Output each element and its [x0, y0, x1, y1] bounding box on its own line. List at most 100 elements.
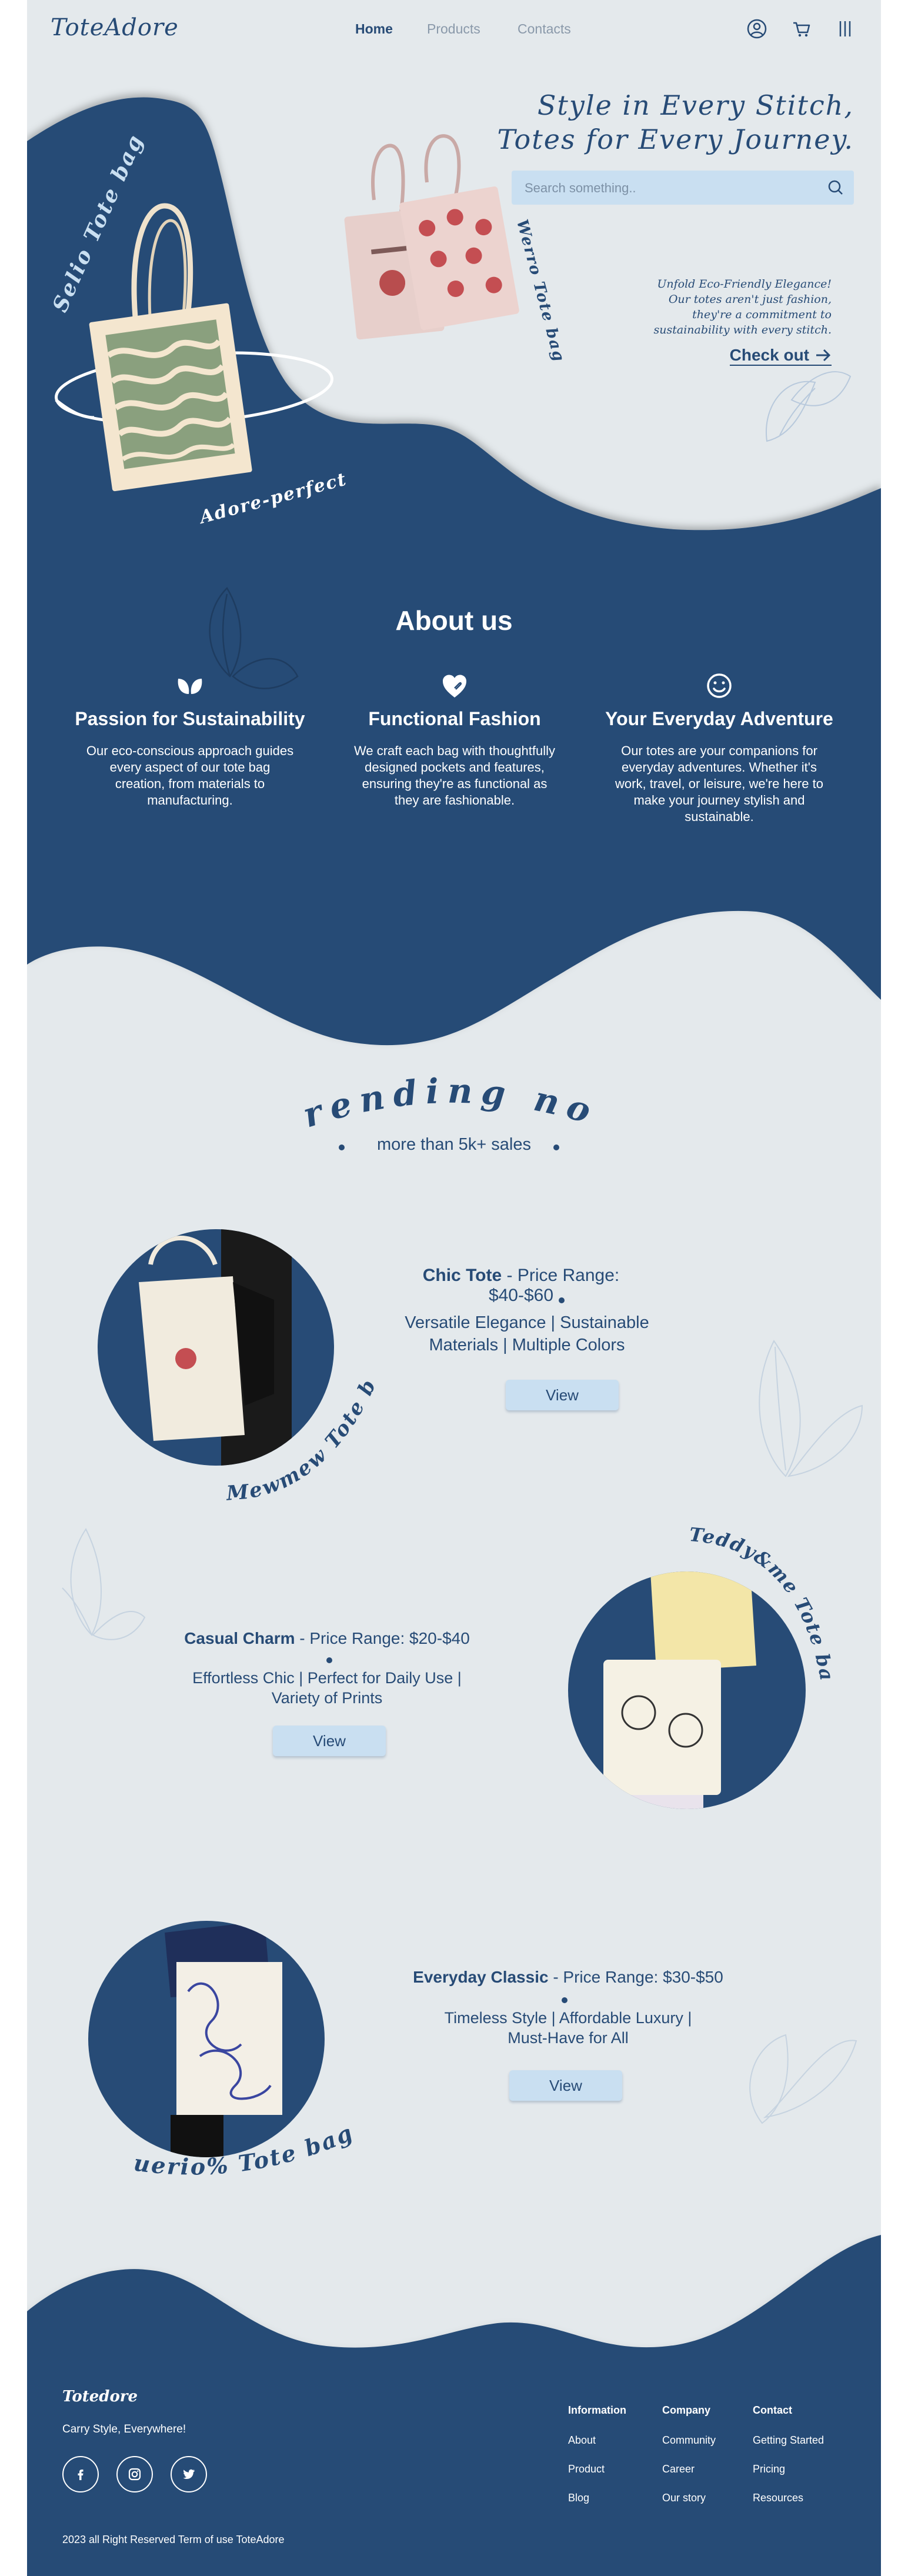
product-title-everyday: Everyday Classic - Price Range: $30-$50	[403, 1968, 733, 1987]
tagline-line4: sustainability with every stitch.	[653, 323, 832, 336]
bullet-dot	[562, 1997, 568, 2003]
bullet-dot	[326, 1657, 332, 1663]
leaf-decoration-right	[766, 371, 852, 442]
svg-text:Teddy&me Tote bag: Teddy&me Tote bag	[680, 1523, 839, 1683]
leaves-icon	[178, 679, 202, 694]
hero-title-line2: Totes for Every Journey.	[497, 124, 854, 155]
trending-title-text: Trending now	[262, 1053, 595, 1136]
footer-link-our-story[interactable]: Our story	[662, 2492, 716, 2504]
trending-title: Trending now	[262, 1053, 603, 1136]
feature-text: Our totes are your companions for everyd…	[615, 743, 823, 824]
feature-sustainability: Passion for Sustainability Our eco-consc…	[64, 670, 316, 809]
view-button-everyday[interactable]: View	[509, 2070, 622, 2101]
footer-col-contact: Contact Getting Started Pricing Resource…	[753, 2404, 824, 2521]
nav-contacts[interactable]: Contacts	[518, 21, 571, 37]
heart-hand-icon	[443, 675, 466, 698]
teddy-curve-label: Teddy&me Tote bag	[680, 1523, 839, 1683]
search-bar	[512, 171, 854, 205]
hero-title-line1: Style in Every Stitch,	[537, 89, 854, 121]
desc-line: Materials | Multiple Colors	[429, 1336, 625, 1354]
checkout-link[interactable]: Check out	[729, 346, 832, 366]
feature-text: Our eco-conscious approach guides every …	[86, 743, 294, 807]
brand-logo[interactable]: ToteAdore	[51, 14, 179, 41]
footer-slogan: Carry Style, Everywhere!	[62, 2423, 186, 2435]
footer-link-community[interactable]: Community	[662, 2434, 716, 2447]
checkout-label: Check out	[729, 346, 809, 364]
page: ToteAdore Home Products Contacts Style i…	[27, 0, 881, 2576]
tagline-line2: Our totes aren't just fashion,	[668, 293, 832, 306]
mewmew-curve-label: Mewmew Tote bag	[203, 1353, 382, 1506]
curve-label-text: Teddy&me Tote bag	[680, 1523, 837, 1683]
product-price: - Price Range: $30-$50	[548, 1968, 723, 1986]
arrow-right-icon	[816, 349, 831, 362]
product-title-casual: Casual Charm - Price Range: $20-$40	[180, 1629, 474, 1648]
twitter-icon	[183, 2469, 195, 2479]
svg-text:uerio% Tote bag: uerio% Tote bag	[132, 2118, 358, 2180]
view-button-casual[interactable]: View	[273, 1726, 386, 1756]
product-price: - Price Range: $40-$60	[488, 1266, 620, 1305]
product-name: Casual Charm	[184, 1629, 295, 1647]
desc-line: Effortless Chic | Perfect for Daily Use …	[192, 1669, 462, 1687]
footer-col-heading: Information	[568, 2404, 626, 2416]
footer-col-heading: Contact	[753, 2404, 792, 2416]
footer-col-information: Information About Product Blog	[568, 2404, 626, 2521]
tagline-line1: Unfold Eco-Friendly Elegance!	[657, 278, 832, 291]
hero-title: Style in Every Stitch, Totes for Every J…	[497, 88, 854, 156]
footer-link-blog[interactable]: Blog	[568, 2492, 626, 2504]
cart-icon[interactable]	[790, 18, 813, 40]
desc-line: Must-Have for All	[508, 2029, 629, 2047]
svg-text:Trending now: Trending now	[262, 1053, 603, 1136]
search-icon[interactable]	[826, 178, 846, 198]
curve-label-text: uerio% Tote bag	[132, 2118, 356, 2180]
leaf-decoration-trend-right	[759, 1340, 863, 1477]
product-name: Everyday Classic	[413, 1968, 549, 1986]
curve-label-text: Mewmew Tote bag	[203, 1353, 380, 1506]
leaf-decoration-trend-bottom	[749, 2034, 857, 2124]
footer-link-career[interactable]: Career	[662, 2463, 716, 2475]
product-desc: Versatile Elegance | Sustainable Materia…	[403, 1312, 650, 1356]
footer-link-product[interactable]: Product	[568, 2463, 626, 2475]
hero-tagline: Unfold Eco-Friendly Elegance! Our totes …	[654, 276, 832, 338]
product-desc: Effortless Chic | Perfect for Daily Use …	[168, 1668, 486, 1708]
footer-copyright: 2023 all Right Reserved Term of use Tote…	[62, 2534, 285, 2545]
instagram-button[interactable]	[116, 2456, 153, 2492]
facebook-icon	[78, 2470, 84, 2480]
product-desc: Timeless Style | Affordable Luxury | Mus…	[415, 2008, 721, 2048]
search-input[interactable]	[523, 179, 802, 198]
nav-home[interactable]: Home	[355, 21, 393, 37]
bullet-dot	[559, 1297, 565, 1303]
footer-link-resources[interactable]: Resources	[753, 2492, 824, 2504]
bullet-dot	[553, 1144, 559, 1150]
feature-title: Your Everyday Adventure	[605, 708, 833, 729]
footer-brand[interactable]: Totedore	[62, 2388, 138, 2405]
uerio-curve-label: uerio% Tote bag	[132, 2118, 358, 2180]
facebook-button[interactable]	[62, 2456, 99, 2492]
user-icon[interactable]	[746, 18, 768, 40]
view-button-chic[interactable]: View	[506, 1380, 619, 1410]
footer-col-company: Company Community Career Our story	[662, 2404, 716, 2521]
footer-col-heading: Company	[662, 2404, 711, 2416]
feature-title: Passion for Sustainability	[75, 708, 305, 729]
feature-title: Functional Fashion	[368, 708, 541, 729]
smiley-icon	[707, 673, 732, 698]
leaf-decoration-trend-left	[62, 1528, 146, 1640]
nav-products[interactable]: Products	[427, 21, 480, 37]
feature-text: We craft each bag with thoughtfully desi…	[353, 743, 555, 807]
feature-functional: Functional Fashion We craft each bag wit…	[328, 670, 581, 809]
tagline-line3: they're a commitment to	[692, 308, 832, 321]
twitter-button[interactable]	[171, 2456, 207, 2492]
footer-link-about[interactable]: About	[568, 2434, 626, 2447]
footer-link-pricing[interactable]: Pricing	[753, 2463, 824, 2475]
product-name: Chic Tote	[422, 1266, 502, 1285]
trending-subtitle: more than 5k+ sales	[377, 1135, 531, 1154]
desc-line: Timeless Style | Affordable Luxury |	[444, 2009, 692, 2027]
footer-link-getting-started[interactable]: Getting Started	[753, 2434, 824, 2447]
menu-icon[interactable]	[834, 18, 856, 40]
feature-adventure: Your Everyday Adventure Our totes are yo…	[593, 670, 846, 825]
werro-tote-bag-image	[344, 134, 519, 340]
desc-line: Versatile Elegance | Sustainable	[405, 1313, 649, 1332]
svg-text:Mewmew Tote bag: Mewmew Tote bag	[203, 1353, 382, 1506]
about-title: About us	[395, 605, 513, 636]
product-price: - Price Range: $20-$40	[295, 1629, 470, 1647]
instagram-icon	[128, 2468, 141, 2481]
